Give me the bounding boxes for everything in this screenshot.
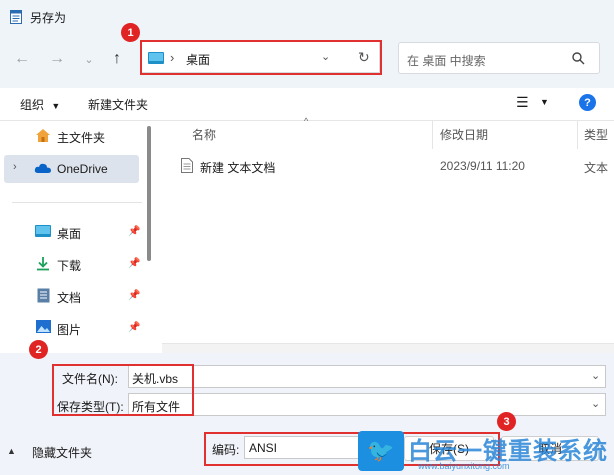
sidebar-item-onedrive[interactable]: OneDrive [57,162,108,176]
back-arrow-icon[interactable]: ← [11,48,33,70]
document-icon [37,288,50,303]
filetype-select[interactable] [128,393,606,416]
annotation-badge-2: 2 [29,340,48,359]
filetype-dropdown-icon[interactable]: ⌄ [591,397,600,410]
sidebar-item-desktop[interactable]: 桌面 [57,225,81,242]
expand-chevron-icon[interactable]: › [13,161,17,173]
text-file-icon [181,158,193,173]
download-icon [37,257,49,271]
watermark-bird-logo: 🐦 [358,431,404,471]
column-header-type[interactable]: 类型 [584,126,608,143]
search-input[interactable]: 在 桌面 中搜索 [407,52,486,69]
pictures-icon [36,320,51,333]
pin-icon: 📌 [128,258,141,269]
organize-label: 组织 [20,98,45,112]
column-header-name[interactable]: 名称 [192,126,216,143]
annotation-badge-3: 3 [497,412,516,431]
desktop-icon [35,225,51,237]
annotation-box-filename [52,364,194,416]
recent-chevron-icon[interactable]: ⌄ [78,48,100,70]
sidebar-item-pictures[interactable]: 图片 [57,321,81,338]
sidebar-divider [12,202,142,203]
forward-arrow-icon[interactable]: → [46,48,68,70]
view-menu-icon[interactable]: ☰ [516,94,529,111]
sidebar-scrollbar[interactable] [147,126,151,261]
column-divider[interactable] [577,121,578,149]
organize-button[interactable]: 组织 ▼ [20,96,60,113]
title-bar [0,0,614,32]
search-icon[interactable] [572,52,585,65]
annotation-box-address [140,40,382,75]
cloud-icon [34,163,51,173]
column-header-modified[interactable]: 修改日期 [440,126,488,143]
file-name: 新建 文本文档 [200,161,276,175]
new-folder-button[interactable]: 新建文件夹 [88,96,148,113]
sidebar-item-documents[interactable]: 文档 [57,289,81,306]
file-type: 文本 [584,161,609,175]
annotation-badge-1: 1 [121,23,140,42]
up-arrow-icon[interactable]: ↑ [106,48,128,70]
filename-input[interactable] [128,365,606,388]
home-icon [36,129,50,142]
pin-icon: 📌 [128,290,141,301]
collapse-chevron-icon[interactable]: ▲ [7,446,16,456]
sidebar-item-home[interactable]: 主文件夹 [57,129,105,146]
column-divider[interactable] [432,121,433,149]
pin-icon: 📌 [128,322,141,333]
watermark-url: www.baiyunxitong.com [418,461,510,471]
notepad-icon [10,10,22,24]
organize-dropdown-icon: ▼ [51,101,61,111]
hide-folders-button[interactable]: 隐藏文件夹 [32,444,92,461]
help-icon[interactable]: ? [579,94,596,111]
sidebar-item-downloads[interactable]: 下载 [57,257,81,274]
file-modified: 2023/9/11 11:20 [440,159,525,173]
window-title: 另存为 [30,11,67,25]
filename-dropdown-icon[interactable]: ⌄ [591,369,600,382]
pin-icon: 📌 [128,226,141,237]
view-dropdown-icon[interactable]: ▼ [540,97,549,107]
sort-ascending-icon: ^ [304,116,309,126]
